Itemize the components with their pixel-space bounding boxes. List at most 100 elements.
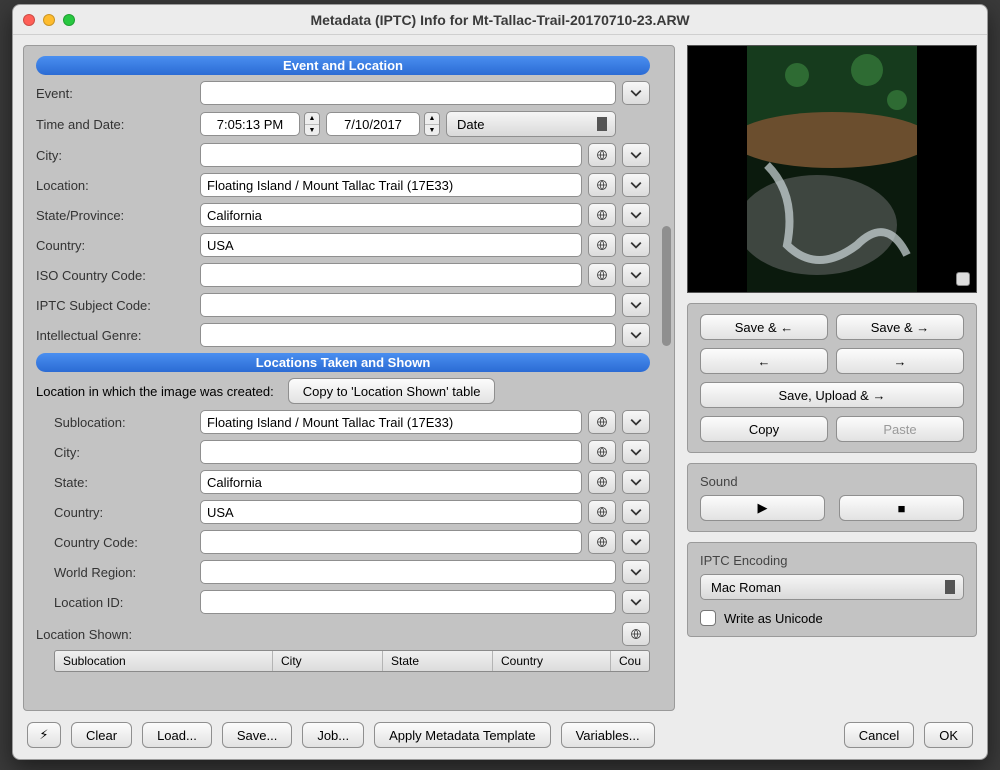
- state-input[interactable]: [200, 203, 582, 227]
- job-button[interactable]: Job...: [302, 722, 364, 748]
- globe-icon[interactable]: [588, 440, 616, 464]
- nav-panel: Save & ← Save & → ← → Save, Upload & → C…: [687, 303, 977, 453]
- city-label: City:: [36, 148, 194, 163]
- ts-region-input[interactable]: [200, 560, 616, 584]
- iptc-subject-label: IPTC Subject Code:: [36, 298, 194, 313]
- col-state[interactable]: State: [383, 651, 493, 671]
- event-label: Event:: [36, 86, 194, 101]
- unicode-checkbox[interactable]: [700, 610, 716, 626]
- save-upload-next-button[interactable]: Save, Upload & →: [700, 382, 964, 408]
- load-button[interactable]: Load...: [142, 722, 212, 748]
- prev-button[interactable]: ←: [700, 348, 828, 374]
- section-header-event-location: Event and Location: [36, 56, 650, 75]
- globe-icon[interactable]: [622, 622, 650, 646]
- ok-button[interactable]: OK: [924, 722, 973, 748]
- ts-locid-input[interactable]: [200, 590, 616, 614]
- variables-button[interactable]: Variables...: [561, 722, 655, 748]
- ts-country-dropdown[interactable]: [622, 500, 650, 524]
- country-input[interactable]: [200, 233, 582, 257]
- form-scroll-area[interactable]: Event and Location Event: Time and Date:…: [23, 45, 675, 711]
- ts-country-input[interactable]: [200, 500, 582, 524]
- save-prev-button[interactable]: Save & ←: [700, 314, 828, 340]
- genre-dropdown[interactable]: [622, 323, 650, 347]
- globe-icon[interactable]: [588, 410, 616, 434]
- section-header-taken-shown: Locations Taken and Shown: [36, 353, 650, 372]
- preview-thumbnail: [747, 45, 917, 293]
- country-dropdown[interactable]: [622, 233, 650, 257]
- iso-input[interactable]: [200, 263, 582, 287]
- iso-label: ISO Country Code:: [36, 268, 194, 283]
- save-button[interactable]: Save...: [222, 722, 292, 748]
- globe-icon[interactable]: [588, 143, 616, 167]
- bolt-button[interactable]: ⚡︎: [27, 722, 61, 748]
- location-dropdown[interactable]: [622, 173, 650, 197]
- close-icon[interactable]: [23, 14, 35, 26]
- genre-label: Intellectual Genre:: [36, 328, 194, 343]
- ts-ccode-input[interactable]: [200, 530, 582, 554]
- preview-toggle[interactable]: [956, 272, 970, 286]
- location-shown-label: Location Shown:: [36, 627, 132, 642]
- next-button[interactable]: →: [836, 348, 964, 374]
- image-preview: [687, 45, 977, 293]
- ts-region-dropdown[interactable]: [622, 560, 650, 584]
- copy-to-shown-button[interactable]: Copy to 'Location Shown' table: [288, 378, 496, 404]
- location-input[interactable]: [200, 173, 582, 197]
- scrollbar-thumb[interactable]: [662, 226, 671, 346]
- city-dropdown[interactable]: [622, 143, 650, 167]
- ts-state-label: State:: [36, 475, 194, 490]
- ts-ccode-label: Country Code:: [36, 535, 194, 550]
- clear-button[interactable]: Clear: [71, 722, 132, 748]
- apply-template-button[interactable]: Apply Metadata Template: [374, 722, 550, 748]
- sublocation-input[interactable]: [200, 410, 582, 434]
- ts-city-input[interactable]: [200, 440, 582, 464]
- encoding-panel: IPTC Encoding Mac Roman ▲▼ Write as Unic…: [687, 542, 977, 637]
- state-label: State/Province:: [36, 208, 194, 223]
- globe-icon[interactable]: [588, 500, 616, 524]
- ts-locid-dropdown[interactable]: [622, 590, 650, 614]
- minimize-icon[interactable]: [43, 14, 55, 26]
- col-sublocation[interactable]: Sublocation: [55, 651, 273, 671]
- stop-button[interactable]: ■: [839, 495, 964, 521]
- location-label: Location:: [36, 178, 194, 193]
- sound-panel: Sound ▶ ■: [687, 463, 977, 532]
- globe-icon[interactable]: [588, 263, 616, 287]
- iso-dropdown[interactable]: [622, 263, 650, 287]
- ts-state-input[interactable]: [200, 470, 582, 494]
- sublocation-dropdown[interactable]: [622, 410, 650, 434]
- event-input[interactable]: [200, 81, 616, 105]
- globe-icon[interactable]: [588, 203, 616, 227]
- ts-city-dropdown[interactable]: [622, 440, 650, 464]
- genre-input[interactable]: [200, 323, 616, 347]
- date-input[interactable]: [326, 112, 420, 136]
- ts-city-label: City:: [36, 445, 194, 460]
- encoding-selector[interactable]: Mac Roman ▲▼: [700, 574, 964, 600]
- city-input[interactable]: [200, 143, 582, 167]
- copy-button[interactable]: Copy: [700, 416, 828, 442]
- metadata-window: Metadata (IPTC) Info for Mt-Tallac-Trail…: [12, 4, 988, 760]
- date-stepper[interactable]: ▲▼: [424, 112, 440, 136]
- col-country-code[interactable]: Cou: [611, 651, 649, 671]
- col-city[interactable]: City: [273, 651, 383, 671]
- country-label: Country:: [36, 238, 194, 253]
- cancel-button[interactable]: Cancel: [844, 722, 914, 748]
- ts-state-dropdown[interactable]: [622, 470, 650, 494]
- state-dropdown[interactable]: [622, 203, 650, 227]
- save-next-button[interactable]: Save & →: [836, 314, 964, 340]
- bolt-icon: ⚡︎: [39, 727, 48, 743]
- col-country[interactable]: Country: [493, 651, 611, 671]
- play-button[interactable]: ▶: [700, 495, 825, 521]
- time-stepper[interactable]: ▲▼: [304, 112, 320, 136]
- iptc-subject-input[interactable]: [200, 293, 616, 317]
- paste-button[interactable]: Paste: [836, 416, 964, 442]
- sublocation-label: Sublocation:: [36, 415, 194, 430]
- zoom-icon[interactable]: [63, 14, 75, 26]
- date-selector[interactable]: Date ▲▼: [446, 111, 616, 137]
- iptc-subject-dropdown[interactable]: [622, 293, 650, 317]
- globe-icon[interactable]: [588, 173, 616, 197]
- globe-icon[interactable]: [588, 530, 616, 554]
- globe-icon[interactable]: [588, 233, 616, 257]
- time-input[interactable]: [200, 112, 300, 136]
- ts-ccode-dropdown[interactable]: [622, 530, 650, 554]
- event-dropdown[interactable]: [622, 81, 650, 105]
- globe-icon[interactable]: [588, 470, 616, 494]
